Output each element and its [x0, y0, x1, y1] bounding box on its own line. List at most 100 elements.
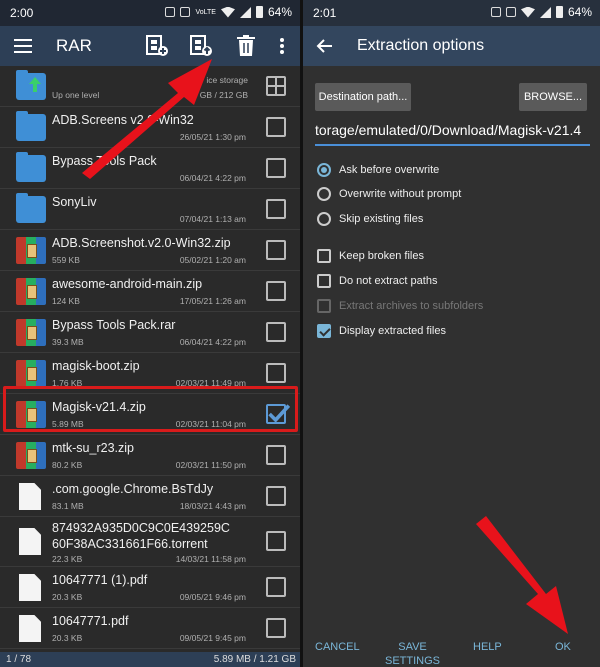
list-item[interactable]: Bypass Tools Pack 06/04/21 4:22 pm — [0, 148, 300, 189]
file-name: ADB.Screenshot.v2.0-Win32.zip — [52, 236, 231, 250]
destination-path-field[interactable]: torage/emulated/0/Download/Magisk-v21.4 — [315, 122, 590, 146]
file-checkbox[interactable] — [266, 322, 286, 342]
file-size: 39.3 MB — [52, 337, 84, 347]
option-label: Extract archives to subfolders — [339, 300, 484, 312]
ok-button[interactable]: OK — [555, 640, 571, 654]
selection-count: 1 / 78 — [6, 654, 32, 665]
file-date: 17/05/21 1:26 am — [179, 296, 246, 306]
radio-icon — [317, 212, 331, 226]
extract-icon[interactable] — [189, 34, 213, 58]
file-date: 09/05/21 9:46 pm — [179, 592, 246, 602]
radio-overwrite-without-prompt[interactable]: Overwrite without prompt — [317, 184, 461, 204]
list-item[interactable]: ADB.Screenshot.v2.0-Win32.zip 559 KB 05/… — [0, 230, 300, 271]
radio-ask-before-overwrite[interactable]: Ask before overwrite — [317, 160, 439, 180]
signal-icon — [539, 6, 551, 18]
file-checkbox[interactable] — [266, 618, 286, 638]
status-bar: 2:01 64% — [303, 0, 600, 26]
file-checkbox[interactable] — [266, 117, 286, 137]
app-title: RAR — [56, 36, 92, 55]
list-item[interactable]: 10647771.pdf 20.3 KB 09/05/21 9:45 pm — [0, 608, 300, 649]
bottom-status-bar: 1 / 78 5.89 MB / 1.21 GB — [0, 652, 300, 667]
list-item-up-one-level[interactable]: Up one level ice storage 5 GB / 212 GB — [0, 66, 300, 107]
list-item[interactable]: 874932A935D0C9C0E439259C 60F38AC331661F6… — [0, 517, 300, 567]
storage-usage: 5 GB / 212 GB — [192, 90, 248, 100]
cancel-button[interactable]: CANCEL — [315, 640, 360, 654]
file-date: 26/05/21 1:30 pm — [179, 132, 246, 142]
file-size: 20.3 KB — [52, 592, 83, 602]
file-name: ADB.Screens v2.0-Win32 — [52, 113, 194, 127]
storage-label: ice storage — [206, 75, 248, 85]
file-size: 124 KB — [52, 296, 80, 306]
status-time: 2:01 — [313, 6, 337, 20]
help-button[interactable]: HELP — [473, 640, 502, 654]
checkbox-do-not-extract-paths[interactable]: Do not extract paths — [317, 271, 437, 291]
file-checkbox[interactable] — [266, 445, 286, 465]
document-icon — [19, 574, 41, 601]
grid-icon[interactable] — [266, 76, 286, 96]
radio-icon — [317, 187, 331, 201]
save-settings-button[interactable]: SAVE SETTINGS — [385, 640, 440, 667]
battery-level: 64% — [567, 5, 592, 19]
file-name: Bypass Tools Pack.rar — [52, 318, 176, 332]
list-item[interactable]: mtk-su_r23.zip 80.2 KB 02/03/21 11:50 pm — [0, 435, 300, 476]
file-checkbox[interactable] — [266, 199, 286, 219]
rar-archive-icon — [16, 442, 46, 469]
battery-level: 64% — [267, 5, 292, 19]
browse-button[interactable]: BROWSE... — [519, 83, 587, 111]
option-label: Skip existing files — [339, 213, 424, 225]
checkbox-keep-broken-files[interactable]: Keep broken files — [317, 246, 424, 266]
document-icon — [19, 483, 41, 510]
rar-archive-icon — [16, 278, 46, 305]
signal-icon — [239, 6, 251, 18]
back-icon[interactable] — [315, 37, 333, 55]
file-browser-pane: 2:00 VoLTE 64% RAR Up one level ice stor… — [0, 0, 300, 667]
file-checkbox[interactable] — [266, 281, 286, 301]
app-bar: Extraction options — [303, 26, 600, 66]
menu-icon[interactable] — [14, 39, 32, 53]
file-checkbox[interactable] — [266, 486, 286, 506]
folder-icon — [16, 111, 46, 141]
annotation-arrow — [476, 516, 568, 634]
file-date: 14/03/21 11:58 pm — [175, 554, 246, 564]
checkbox-icon — [317, 249, 331, 263]
checkbox-checked-icon — [317, 324, 331, 338]
save-label: SAVE — [398, 641, 427, 653]
file-list: Up one level ice storage 5 GB / 212 GB A… — [0, 66, 300, 649]
list-item[interactable]: Bypass Tools Pack.rar 39.3 MB 06/04/21 4… — [0, 312, 300, 353]
rar-archive-icon — [16, 360, 46, 387]
page-title: Extraction options — [357, 37, 485, 54]
list-item[interactable]: awesome-android-main.zip 124 KB 17/05/21… — [0, 271, 300, 312]
settings-label: SETTINGS — [385, 655, 441, 667]
list-item[interactable]: 10647771 (1).pdf 20.3 KB 09/05/21 9:46 p… — [0, 567, 300, 608]
radio-skip-existing-files[interactable]: Skip existing files — [317, 209, 423, 229]
delete-icon[interactable] — [234, 34, 258, 58]
file-name: 10647771.pdf — [52, 614, 129, 628]
checkbox-extract-to-subfolders: Extract archives to subfolders — [317, 296, 483, 316]
file-checkbox[interactable] — [266, 158, 286, 178]
destination-path-button[interactable]: Destination path... — [315, 83, 411, 111]
extraction-options-pane: 2:01 64% Extraction options Destination … — [303, 0, 600, 667]
file-date: 06/04/21 4:22 pm — [179, 173, 246, 183]
list-item[interactable]: ADB.Screens v2.0-Win32 26/05/21 1:30 pm — [0, 107, 300, 148]
file-name: awesome-android-main.zip — [52, 277, 203, 291]
file-checkbox[interactable] — [266, 363, 286, 383]
file-name: 10647771 (1).pdf — [52, 573, 148, 587]
volte-icon: VoLTE — [195, 8, 216, 16]
file-date: 07/04/21 1:13 am — [179, 214, 246, 224]
file-name: Bypass Tools Pack — [52, 154, 157, 168]
file-size: 20.3 KB — [52, 633, 83, 643]
checkbox-icon — [317, 299, 331, 313]
list-item[interactable]: .com.google.Chrome.BsTdJy 83.1 MB 18/03/… — [0, 476, 300, 517]
folder-icon — [16, 70, 46, 100]
battery-icon — [255, 6, 263, 18]
file-checkbox[interactable] — [266, 240, 286, 260]
checkbox-display-extracted-files[interactable]: Display extracted files — [317, 321, 446, 341]
file-checkbox[interactable] — [266, 531, 286, 551]
add-to-archive-icon[interactable] — [145, 34, 169, 58]
more-icon[interactable] — [272, 34, 292, 58]
file-size: 22.3 KB — [52, 554, 83, 564]
file-checkbox[interactable] — [266, 577, 286, 597]
file-size: 80.2 KB — [52, 460, 83, 470]
list-item[interactable]: SonyLiv 07/04/21 1:13 am — [0, 189, 300, 230]
option-label: Display extracted files — [339, 325, 446, 337]
